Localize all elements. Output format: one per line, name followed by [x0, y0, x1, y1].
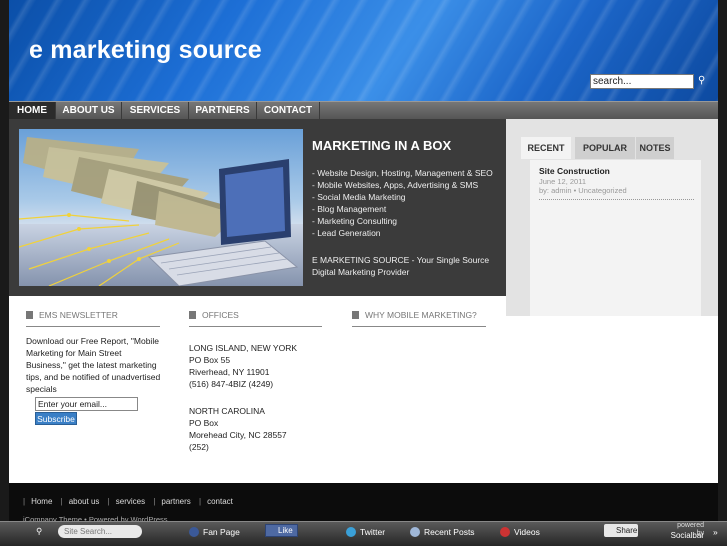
facebook-icon: [189, 527, 199, 537]
divider: [352, 326, 486, 327]
socialbar-brand[interactable]: Socialbar: [668, 531, 704, 540]
divider: [539, 199, 694, 200]
subscribe-button[interactable]: Subscribe: [35, 412, 77, 425]
feature-list-item: - Website Design, Hosting, Management & …: [312, 168, 493, 178]
mobile-heading: WHY MOBILE MARKETING?: [352, 310, 477, 320]
office-ny: LONG ISLAND, NEW YORK PO Box 55 Riverhea…: [189, 342, 297, 390]
newsletter-body: Download our Free Report, "Mobile Market…: [26, 336, 161, 394]
tab-notes[interactable]: NOTES: [636, 137, 674, 159]
tab-popular[interactable]: POPULAR: [575, 137, 635, 159]
feature-image: [19, 129, 303, 286]
rss-icon: [410, 527, 420, 537]
main-nav: HOME ABOUT US SERVICES PARTNERS CONTACT: [9, 101, 718, 119]
nav-contact[interactable]: CONTACT: [257, 102, 320, 119]
footer-nav: | Home | about us | services | partners | con…: [23, 497, 233, 506]
office-line: NORTH CAROLINA: [189, 406, 265, 416]
mobile-title: WHY MOBILE MARKETING?: [365, 310, 477, 320]
office-line: Morehead City, NC 28557: [189, 430, 287, 440]
nav-about-us[interactable]: ABOUT US: [56, 102, 122, 119]
feature-list-item: - Mobile Websites, Apps, Advertising & S…: [312, 180, 479, 190]
like-button[interactable]: Like: [265, 524, 298, 537]
tab-recent[interactable]: RECENT: [521, 137, 571, 159]
search-input[interactable]: search...: [590, 74, 694, 89]
site-search-input[interactable]: Site Search...: [58, 525, 142, 538]
twitter-button[interactable]: Twitter: [346, 526, 385, 538]
post-date: June 12, 2011: [539, 177, 586, 186]
offices-heading: OFFICES: [189, 310, 239, 320]
site-header: e marketing source search... ⚲: [9, 0, 718, 101]
feature-list-item: - Lead Generation: [312, 228, 381, 238]
footer-link-about[interactable]: about us: [69, 497, 100, 506]
post-byline: by: admin • Uncategorized: [539, 186, 627, 195]
feature-list-item: - Marketing Consulting: [312, 216, 398, 226]
office-line: LONG ISLAND, NEW YORK: [189, 343, 298, 353]
office-line: Riverhead, NY 11901: [189, 367, 270, 377]
youtube-icon: [500, 527, 510, 537]
search-icon[interactable]: ⚲: [698, 75, 705, 86]
collapse-icon[interactable]: »: [713, 526, 718, 538]
office-line: PO Box 55: [189, 355, 231, 365]
twitter-icon: [346, 527, 356, 537]
document-icon: [352, 311, 359, 319]
feature-tagline: E MARKETING SOURCE - Your Single Source …: [312, 255, 490, 277]
divider: [189, 326, 322, 327]
footer-link-partners[interactable]: partners: [161, 497, 190, 506]
post-meta: June 12, 2011 by: admin • Uncategorized: [539, 177, 689, 195]
footer-link-home[interactable]: Home: [31, 497, 52, 506]
fan-page-button[interactable]: Fan Page: [189, 526, 240, 538]
nav-services[interactable]: SERVICES: [122, 102, 189, 119]
recent-posts-label: Recent Posts: [424, 527, 475, 537]
videos-button[interactable]: Videos: [500, 526, 540, 538]
footer-link-services[interactable]: services: [116, 497, 145, 506]
newsletter-heading: EMS NEWSLETTER: [26, 310, 118, 320]
offices-title: OFFICES: [202, 310, 239, 320]
nav-partners[interactable]: PARTNERS: [189, 102, 257, 119]
office-line: (252): [189, 442, 209, 452]
office-line: (516) 847-4BIZ (4249): [189, 379, 274, 389]
document-icon: [189, 311, 196, 319]
post-title-link[interactable]: Site Construction: [539, 166, 610, 176]
share-button[interactable]: Share: [604, 524, 638, 537]
document-icon: [26, 311, 33, 319]
feature-list-item: - Social Media Marketing: [312, 192, 406, 202]
fan-page-label: Fan Page: [203, 527, 240, 537]
email-field[interactable]: Enter your email...: [35, 397, 138, 411]
feature-list-item: - Blog Management: [312, 204, 387, 214]
footer-link-contact[interactable]: contact: [207, 497, 233, 506]
search-icon[interactable]: ⚲: [36, 525, 42, 537]
divider: [26, 326, 160, 327]
newsletter-title: EMS NEWSLETTER: [39, 310, 118, 320]
nav-home[interactable]: HOME: [9, 102, 56, 119]
site-title[interactable]: e marketing source: [29, 36, 262, 65]
recent-posts-button[interactable]: Recent Posts: [410, 526, 475, 538]
videos-label: Videos: [514, 527, 540, 537]
page: e marketing source search... ⚲ HOME ABOU…: [9, 0, 718, 545]
office-line: PO Box: [189, 418, 219, 428]
office-nc: NORTH CAROLINA PO Box Morehead City, NC …: [189, 405, 287, 453]
feature-service-list: - Website Design, Hosting, Management & …: [312, 167, 493, 239]
feature-title: MARKETING IN A BOX: [312, 138, 452, 153]
twitter-label: Twitter: [360, 527, 386, 537]
